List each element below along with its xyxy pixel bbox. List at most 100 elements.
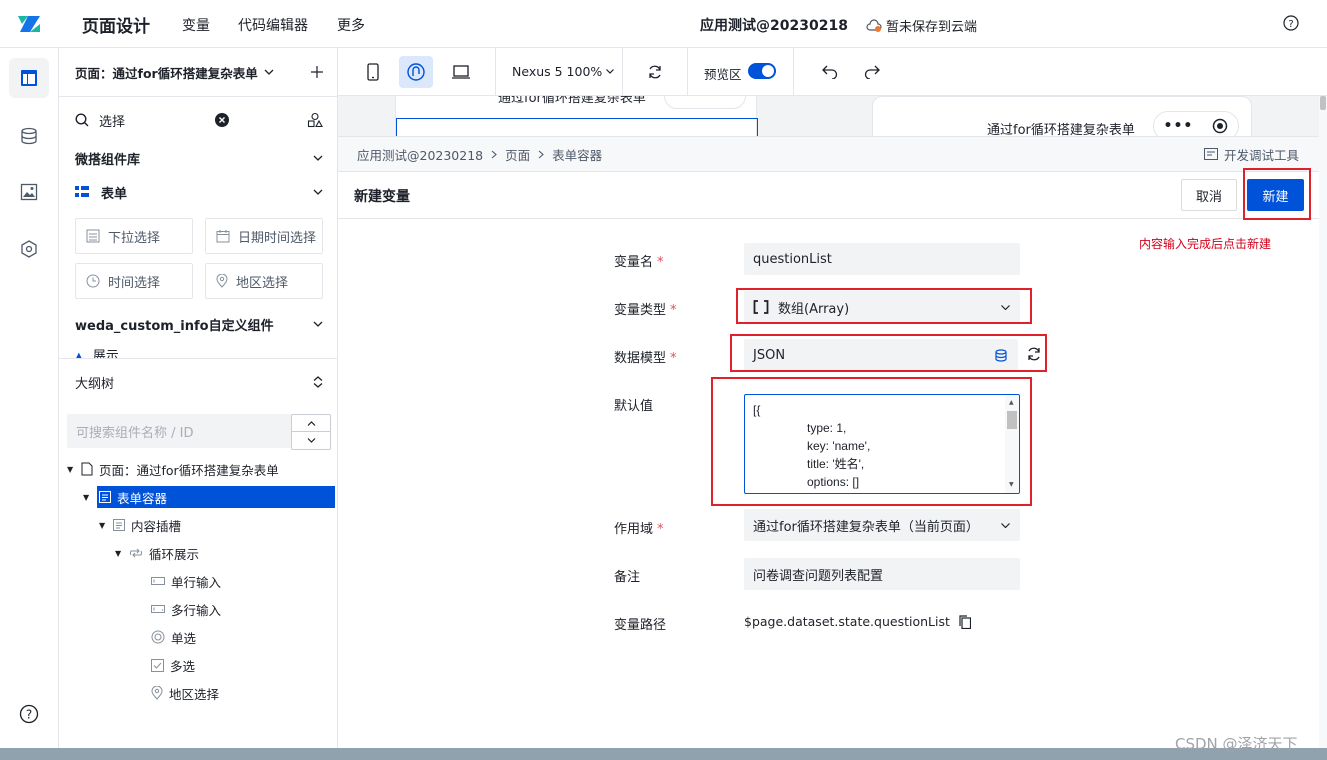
- add-page-icon[interactable]: [311, 66, 323, 78]
- top-bar: 页面设计 变量 代码编辑器 更多 应用测试@20230218 暂未保存到云端 ?: [0, 0, 1327, 48]
- preview-toggle[interactable]: [748, 63, 776, 79]
- chevron-up-icon[interactable]: [292, 415, 330, 432]
- caret-down-icon[interactable]: ▼: [115, 549, 123, 558]
- nav-variables[interactable]: 变量: [182, 15, 210, 35]
- variable-name-input[interactable]: questionList: [744, 243, 1020, 275]
- breadcrumb-app[interactable]: 应用测试@20230218: [357, 145, 483, 164]
- variable-path-value: $page.dataset.state.questionList: [744, 614, 950, 629]
- custom-item-label: 展示: [92, 349, 119, 358]
- slot-icon: [113, 519, 125, 531]
- tree-node-content-slot[interactable]: ▼ 内容插槽: [99, 514, 181, 536]
- triangle-icon: ▲: [75, 351, 83, 358]
- tree-node-label: 单选: [171, 630, 197, 646]
- custom-group-header[interactable]: weda_custom_info自定义组件: [75, 314, 323, 334]
- component-region-select[interactable]: 地区选择: [205, 263, 323, 299]
- chevron-down-icon: [313, 321, 323, 327]
- component-time-select[interactable]: 时间选择: [75, 263, 193, 299]
- dev-tools-button[interactable]: 开发调试工具: [1203, 145, 1299, 164]
- mobile-view-button[interactable]: [356, 56, 390, 88]
- copy-icon[interactable]: [959, 614, 971, 629]
- search-input[interactable]: 选择: [99, 111, 125, 130]
- single-input-icon: [151, 576, 165, 586]
- outline-nav-stepper[interactable]: [291, 414, 331, 450]
- rail-media-button[interactable]: [9, 172, 49, 212]
- device-select-value: Nexus 5 100%: [512, 64, 603, 79]
- component-datetime-select[interactable]: 日期时间选择: [205, 218, 323, 254]
- expand-collapse-icon[interactable]: [313, 376, 323, 388]
- tree-node-label: 循环展示: [149, 546, 200, 562]
- category-label: 表单: [101, 186, 128, 202]
- tree-node-multi-input[interactable]: 多行输入: [151, 598, 221, 620]
- adaptive-view-button[interactable]: [399, 56, 433, 88]
- components-shape-icon[interactable]: [307, 112, 323, 128]
- caret-down-icon[interactable]: ▼: [99, 521, 107, 530]
- custom-item-partial: ▲ 展示: [75, 348, 119, 358]
- component-search[interactable]: 选择: [75, 110, 323, 130]
- caret-down-icon[interactable]: ▼: [67, 465, 75, 474]
- save-status[interactable]: 暂未保存到云端: [866, 16, 977, 35]
- redo-button[interactable]: [855, 56, 889, 88]
- selected-node-highlight[interactable]: 表单容器: [97, 486, 335, 508]
- custom-group-title: weda_custom_info自定义组件: [75, 318, 274, 334]
- dev-tools-label: 开发调试工具: [1223, 147, 1299, 163]
- undo-button[interactable]: [813, 56, 847, 88]
- rail-data-button[interactable]: [9, 116, 49, 156]
- tree-node-page[interactable]: ▼ 页面：通过for循环搭建复杂表单: [67, 458, 279, 480]
- note-input[interactable]: 问卷调查问题列表配置: [744, 558, 1020, 590]
- component-label: 时间选择: [108, 275, 161, 291]
- chevron-down-icon: [264, 69, 274, 75]
- desktop-preview-title: 通过for循环搭建复杂表单: [987, 123, 1135, 136]
- page-scrollbar[interactable]: [1319, 96, 1327, 748]
- rail-settings-button[interactable]: [9, 229, 49, 269]
- nav-more[interactable]: 更多: [337, 15, 365, 35]
- highlight-type-box: [736, 288, 1032, 324]
- desktop-view-button[interactable]: [444, 56, 478, 88]
- label-scope: 作用域 *: [614, 522, 664, 537]
- tree-node-checkbox[interactable]: 多选: [151, 654, 195, 676]
- device-select[interactable]: Nexus 5 100%: [512, 64, 615, 79]
- outline-search-input[interactable]: 可搜索组件名称 / ID: [67, 414, 291, 448]
- help-icon[interactable]: ?: [1283, 15, 1299, 31]
- more-dots-icon[interactable]: •••: [1164, 118, 1194, 134]
- tree-node-label: 单行输入: [171, 574, 222, 590]
- editor-toolbar: Nexus 5 100% 预览区: [338, 48, 1327, 96]
- clear-search-icon[interactable]: [215, 113, 229, 127]
- location-pin-icon: [151, 686, 163, 700]
- breadcrumb-component[interactable]: 表单容器: [552, 145, 602, 164]
- breadcrumb-page[interactable]: 页面: [505, 145, 530, 164]
- mobile-preview-title: 通过for循环搭建复杂表单: [498, 96, 646, 106]
- outline-title: 大纲树: [75, 376, 115, 392]
- tree-node-radio[interactable]: 单选: [151, 626, 196, 648]
- tree-node-region[interactable]: 地区选择: [151, 682, 219, 704]
- left-rail: ?: [0, 48, 59, 748]
- target-icon[interactable]: [1212, 118, 1228, 134]
- bottom-strip: [0, 748, 1327, 760]
- page-scroll-thumb[interactable]: [1320, 96, 1326, 110]
- category-form[interactable]: 表单: [75, 182, 323, 202]
- label-variable-name: 变量名 *: [614, 255, 664, 270]
- rail-layout-button[interactable]: [9, 58, 49, 98]
- tree-node-label: 内容插槽: [131, 518, 182, 534]
- outline-header[interactable]: 大纲树: [75, 372, 323, 392]
- tree-node-label: 表单容器: [117, 490, 168, 506]
- chevron-right-icon: [538, 150, 544, 159]
- scope-select[interactable]: 通过for循环搭建复杂表单（当前页面）: [744, 509, 1020, 541]
- new-variable-dialog: 应用测试@20230218 页面 表单容器 开发调试工具 新建变量 取消 新建 …: [338, 136, 1319, 748]
- component-dropdown-select[interactable]: 下拉选择: [75, 218, 193, 254]
- refresh-button[interactable]: [638, 56, 672, 88]
- mobile-preview-frame: 通过for循环搭建复杂表单: [395, 96, 758, 136]
- adaptive-icon: [406, 62, 426, 82]
- nav-code-editor[interactable]: 代码编辑器: [238, 15, 308, 35]
- tree-node-form-container[interactable]: ▼ 表单容器: [83, 486, 335, 508]
- caret-down-icon[interactable]: ▼: [83, 493, 91, 502]
- page-title: 页面设计: [82, 17, 150, 37]
- library-header[interactable]: 微搭组件库: [75, 148, 323, 168]
- cancel-button[interactable]: 取消: [1181, 179, 1237, 211]
- page-selector[interactable]: 页面：通过for循环搭建复杂表单: [75, 62, 323, 82]
- tree-node-single-input[interactable]: 单行输入: [151, 570, 221, 592]
- calendar-icon: [216, 229, 230, 243]
- rail-help-button[interactable]: ?: [9, 694, 49, 734]
- chevron-down-icon[interactable]: [292, 432, 330, 449]
- tree-node-loop[interactable]: ▼ 循环展示: [115, 542, 199, 564]
- mini-capsule: [664, 96, 746, 109]
